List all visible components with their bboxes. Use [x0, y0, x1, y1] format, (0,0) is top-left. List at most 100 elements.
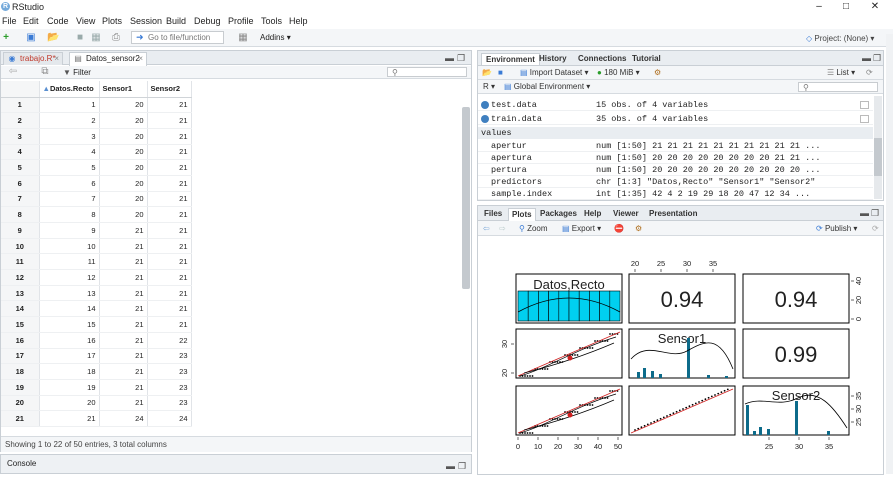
- tab-history[interactable]: History: [539, 53, 567, 65]
- maximize-button[interactable]: □: [832, 0, 860, 14]
- maximize-pane-icon[interactable]: ❐: [873, 53, 881, 64]
- menu-tools[interactable]: Tools: [261, 16, 282, 27]
- open-file-icon[interactable]: 📂: [47, 32, 59, 43]
- load-workspace-icon[interactable]: 📂: [482, 67, 492, 79]
- env-value-row[interactable]: sample.index int [1:35] 42 4 2 19 29 18 2…: [478, 188, 873, 200]
- menu-build[interactable]: Build: [166, 16, 186, 27]
- tab-packages[interactable]: Packages: [540, 208, 577, 220]
- tab-plots[interactable]: Plots: [508, 208, 536, 221]
- env-value-row[interactable]: apertur num [1:50] 21 21 21 21 21 21 21 2…: [478, 140, 873, 152]
- tab-trabajo[interactable]: ◉ trabajo.R* ×: [3, 52, 63, 65]
- column-header[interactable]: ▲Datos.Recto: [39, 81, 100, 98]
- column-header-label: Sensor2: [150, 84, 181, 94]
- tab-datos-sensor2[interactable]: ▤ Datos_sensor2 ×: [69, 52, 147, 66]
- menu-plots[interactable]: Plots: [102, 16, 122, 27]
- new-file-icon[interactable]: +: [0, 32, 12, 43]
- save-workspace-icon[interactable]: ■: [498, 67, 503, 79]
- column-header[interactable]: Sensor1: [99, 81, 148, 98]
- table-scrollbar[interactable]: [462, 107, 470, 289]
- tab-tutorial[interactable]: Tutorial: [632, 53, 661, 65]
- scatter-point: [594, 397, 596, 399]
- environment-scrollbar[interactable]: [874, 96, 882, 199]
- zoom-icon: ⚲: [519, 224, 525, 233]
- popout-icon[interactable]: ⧉: [39, 66, 51, 77]
- next-plot-icon[interactable]: ⇨: [499, 223, 506, 234]
- addins-menu[interactable]: Addins ▾: [260, 32, 291, 43]
- refresh-icon[interactable]: ⟳: [866, 67, 873, 79]
- tab-viewer[interactable]: Viewer: [613, 208, 639, 220]
- menu-code[interactable]: Code: [47, 16, 69, 27]
- close-tab-icon[interactable]: ×: [54, 53, 59, 65]
- close-tab-icon[interactable]: ×: [138, 53, 143, 65]
- console-pane[interactable]: Console ▬ ❐: [0, 454, 472, 474]
- maximize-pane-icon[interactable]: ❐: [871, 208, 879, 219]
- minimize-pane-icon[interactable]: ▬: [862, 53, 871, 63]
- previous-plot-icon[interactable]: ⇦: [483, 223, 490, 234]
- column-header-label: Sensor1: [102, 84, 133, 94]
- menu-debug[interactable]: Debug: [194, 16, 221, 27]
- env-data-row[interactable]: train.data 35 obs. of 4 variables: [478, 113, 873, 125]
- project-menu[interactable]: ◇ Project: (None) ▾: [806, 33, 874, 44]
- correlation-label: 0.99: [775, 342, 818, 367]
- zoom-button[interactable]: ⚲ Zoom: [519, 223, 548, 234]
- export-button[interactable]: ▤ Export ▾: [562, 223, 601, 234]
- minimize-console-icon[interactable]: ▬: [446, 457, 455, 475]
- new-project-icon[interactable]: ▣: [25, 32, 37, 43]
- env-value-row[interactable]: predictors chr [1:3] "Datos,Recto" "Senso…: [478, 176, 873, 188]
- expand-icon[interactable]: [481, 101, 489, 109]
- histogram-bar: [589, 290, 600, 322]
- remove-plot-icon[interactable]: ⛔: [614, 223, 624, 234]
- publish-button[interactable]: ⟳ Publish ▾: [816, 223, 857, 234]
- column-header[interactable]: Sensor2: [147, 81, 192, 98]
- minimize-button[interactable]: –: [805, 0, 833, 14]
- scrollbar-thumb[interactable]: [874, 138, 882, 176]
- tab-presentation[interactable]: Presentation: [649, 208, 697, 220]
- tab-connections[interactable]: Connections: [578, 53, 626, 65]
- save-all-icon[interactable]: ▦: [90, 32, 102, 43]
- language-dropdown[interactable]: R ▾: [483, 81, 495, 93]
- tab-environment[interactable]: Environment: [481, 53, 540, 65]
- goto-placeholder: Go to file/function: [148, 33, 211, 42]
- data-search-input[interactable]: ⚲: [387, 67, 467, 77]
- menu-edit[interactable]: Edit: [23, 16, 39, 27]
- tab-help[interactable]: Help: [584, 208, 601, 220]
- clear-workspace-icon[interactable]: ⚙: [654, 67, 661, 79]
- filter-button[interactable]: ▼ Filter: [63, 67, 91, 78]
- minimize-pane-icon[interactable]: ▬: [860, 208, 869, 218]
- env-var-name: sample.index: [491, 189, 553, 199]
- expand-icon[interactable]: [481, 115, 489, 123]
- clear-plots-icon[interactable]: ⚙: [635, 223, 642, 234]
- grid-layout-icon[interactable]: ▦: [237, 32, 249, 43]
- refresh-plot-icon[interactable]: ⟳: [872, 223, 879, 234]
- tick-label: 0: [854, 317, 863, 321]
- import-dataset-button[interactable]: ▤ Import Dataset ▾: [520, 67, 589, 79]
- memory-usage[interactable]: ● 180 MiB ▾: [597, 67, 640, 79]
- histogram-bar: [568, 290, 580, 322]
- grid-view-icon[interactable]: [860, 115, 869, 123]
- goto-file-input[interactable]: ➜ Go to file/function: [131, 31, 224, 44]
- maximize-pane-icon[interactable]: ❐: [457, 53, 465, 64]
- env-value-row[interactable]: pertura num [1:50] 20 20 20 20 20 20 20 2…: [478, 164, 873, 176]
- list-view-dropdown[interactable]: ☰ List ▾: [827, 67, 855, 79]
- project-label: Project: (None): [814, 34, 869, 43]
- menu-file[interactable]: File: [2, 16, 17, 27]
- grid-view-icon[interactable]: [860, 101, 869, 109]
- table-row: 19 19 21 23: [1, 379, 192, 396]
- source-pane: ◉ trabajo.R* × ▤ Datos_sensor2 × ▬ ❐ ⇦ ⧉ ▼ F…: [0, 50, 472, 452]
- close-button[interactable]: ✕: [861, 0, 889, 14]
- menu-view[interactable]: View: [76, 16, 95, 27]
- env-value-row[interactable]: apertura num [1:50] 20 20 20 20 20 20 20 …: [478, 152, 873, 164]
- menu-help[interactable]: Help: [289, 16, 308, 27]
- table-row: 15 15 21 21: [1, 316, 192, 333]
- env-data-row[interactable]: test.data 15 obs. of 4 variables: [478, 99, 873, 111]
- menu-profile[interactable]: Profile: [228, 16, 254, 27]
- print-icon[interactable]: ⎙: [110, 32, 122, 43]
- environment-search-input[interactable]: ⚲: [798, 82, 878, 92]
- minimize-pane-icon[interactable]: ▬: [445, 53, 454, 63]
- back-arrow-icon[interactable]: ⇦: [7, 66, 19, 77]
- menu-session[interactable]: Session: [130, 16, 162, 27]
- restore-console-icon[interactable]: ❐: [458, 457, 466, 475]
- tab-files[interactable]: Files: [484, 208, 502, 220]
- scope-dropdown[interactable]: ▤ Global Environment ▾: [504, 81, 590, 93]
- save-icon[interactable]: ■: [74, 32, 86, 43]
